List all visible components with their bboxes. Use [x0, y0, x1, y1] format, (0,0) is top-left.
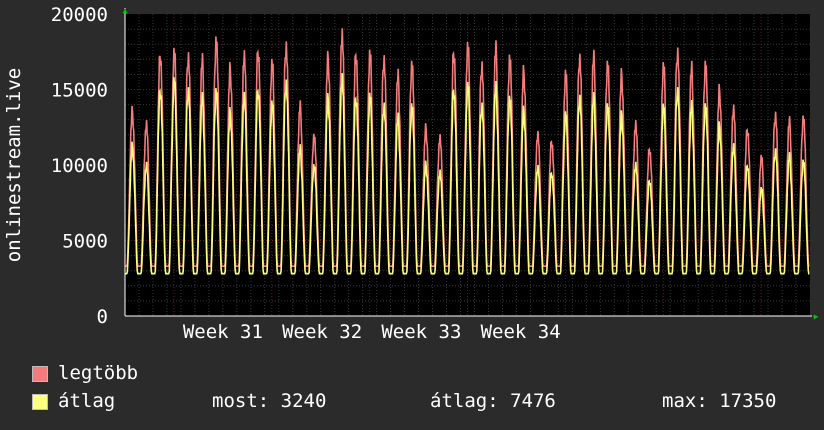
y-tick-label: 0	[97, 306, 108, 328]
stat-average: átlag: 7476	[430, 390, 556, 412]
y-axis-arrow-icon: ▲	[123, 6, 128, 15]
y-tick-label: 20000	[51, 4, 108, 26]
x-axis-arrow-icon: ▶	[814, 312, 819, 321]
x-tick-label: Week 31	[183, 321, 263, 343]
legend-swatch-max	[32, 366, 48, 382]
graph-panel: 0 5000 10000 15000 20000 Week 31 Week 32 Week 3…	[0, 0, 824, 430]
legend-label-max: legtöbb	[58, 362, 139, 384]
x-tick-label: Week 33	[381, 321, 461, 343]
y-tick-label: 15000	[51, 80, 108, 102]
y-axis-label: onlinestream.live	[3, 68, 25, 262]
x-tick-label: Week 34	[481, 321, 561, 343]
y-tick-label: 5000	[62, 231, 108, 253]
stat-current: most: 3240	[212, 390, 327, 412]
stat-max: max: 17350	[662, 390, 777, 412]
x-tick-label: Week 32	[282, 321, 362, 343]
legend-swatch-avg	[32, 394, 48, 410]
legend-label-avg: átlag	[58, 390, 116, 412]
y-tick-label: 10000	[51, 155, 108, 177]
